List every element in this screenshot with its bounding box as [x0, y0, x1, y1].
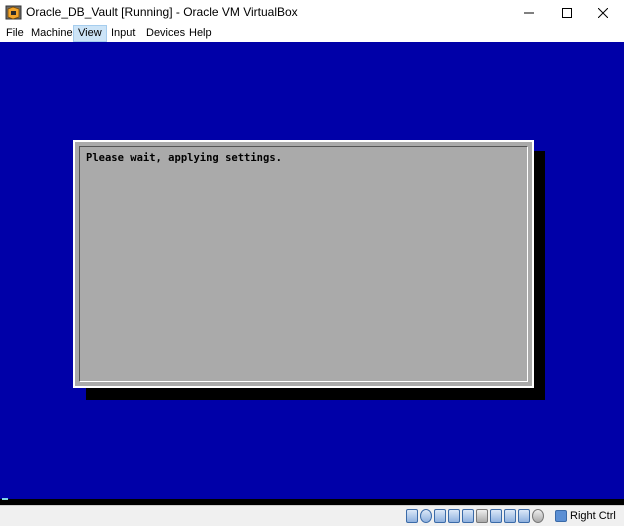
window-title: Oracle_DB_Vault [Running] - Oracle VM Vi…: [26, 5, 298, 19]
close-icon: [598, 7, 608, 18]
menu-devices[interactable]: Devices: [142, 25, 189, 42]
mouse-integration-icon[interactable]: [532, 509, 544, 523]
optical-drive-icon[interactable]: [420, 509, 432, 523]
minimize-icon: [524, 12, 534, 13]
video-capture-icon[interactable]: [504, 509, 516, 523]
network-icon[interactable]: [448, 509, 460, 523]
menu-help[interactable]: Help: [185, 25, 216, 42]
installer-dialog: [73, 140, 534, 388]
host-key-icon[interactable]: [555, 510, 567, 522]
menu-file[interactable]: File: [2, 25, 28, 42]
maximize-button[interactable]: [550, 0, 584, 25]
menu-machine[interactable]: Machine: [27, 25, 77, 42]
menu-bar: File Machine View Input Devices Help: [0, 25, 624, 42]
cpu-icon[interactable]: [518, 509, 530, 523]
audio-icon[interactable]: [434, 509, 446, 523]
status-icons: [406, 509, 544, 524]
close-button[interactable]: [586, 0, 620, 25]
status-bar: Right Ctrl: [0, 505, 624, 526]
menu-input[interactable]: Input: [107, 25, 139, 42]
host-key-label: Right Ctrl: [570, 510, 616, 522]
hard-disk-icon[interactable]: [406, 509, 418, 523]
dialog-frame: [79, 146, 528, 382]
virtualbox-icon: [5, 5, 22, 20]
text-cursor: [2, 498, 8, 500]
menu-view[interactable]: View: [73, 25, 107, 42]
maximize-icon: [562, 7, 572, 18]
title-bar[interactable]: Oracle_DB_Vault [Running] - Oracle VM Vi…: [0, 0, 624, 25]
minimize-button[interactable]: [512, 0, 546, 25]
usb-icon[interactable]: [462, 509, 474, 523]
display-icon[interactable]: [490, 509, 502, 523]
shared-folder-icon[interactable]: [476, 509, 488, 523]
dialog-message: Please wait, applying settings.: [86, 152, 282, 164]
